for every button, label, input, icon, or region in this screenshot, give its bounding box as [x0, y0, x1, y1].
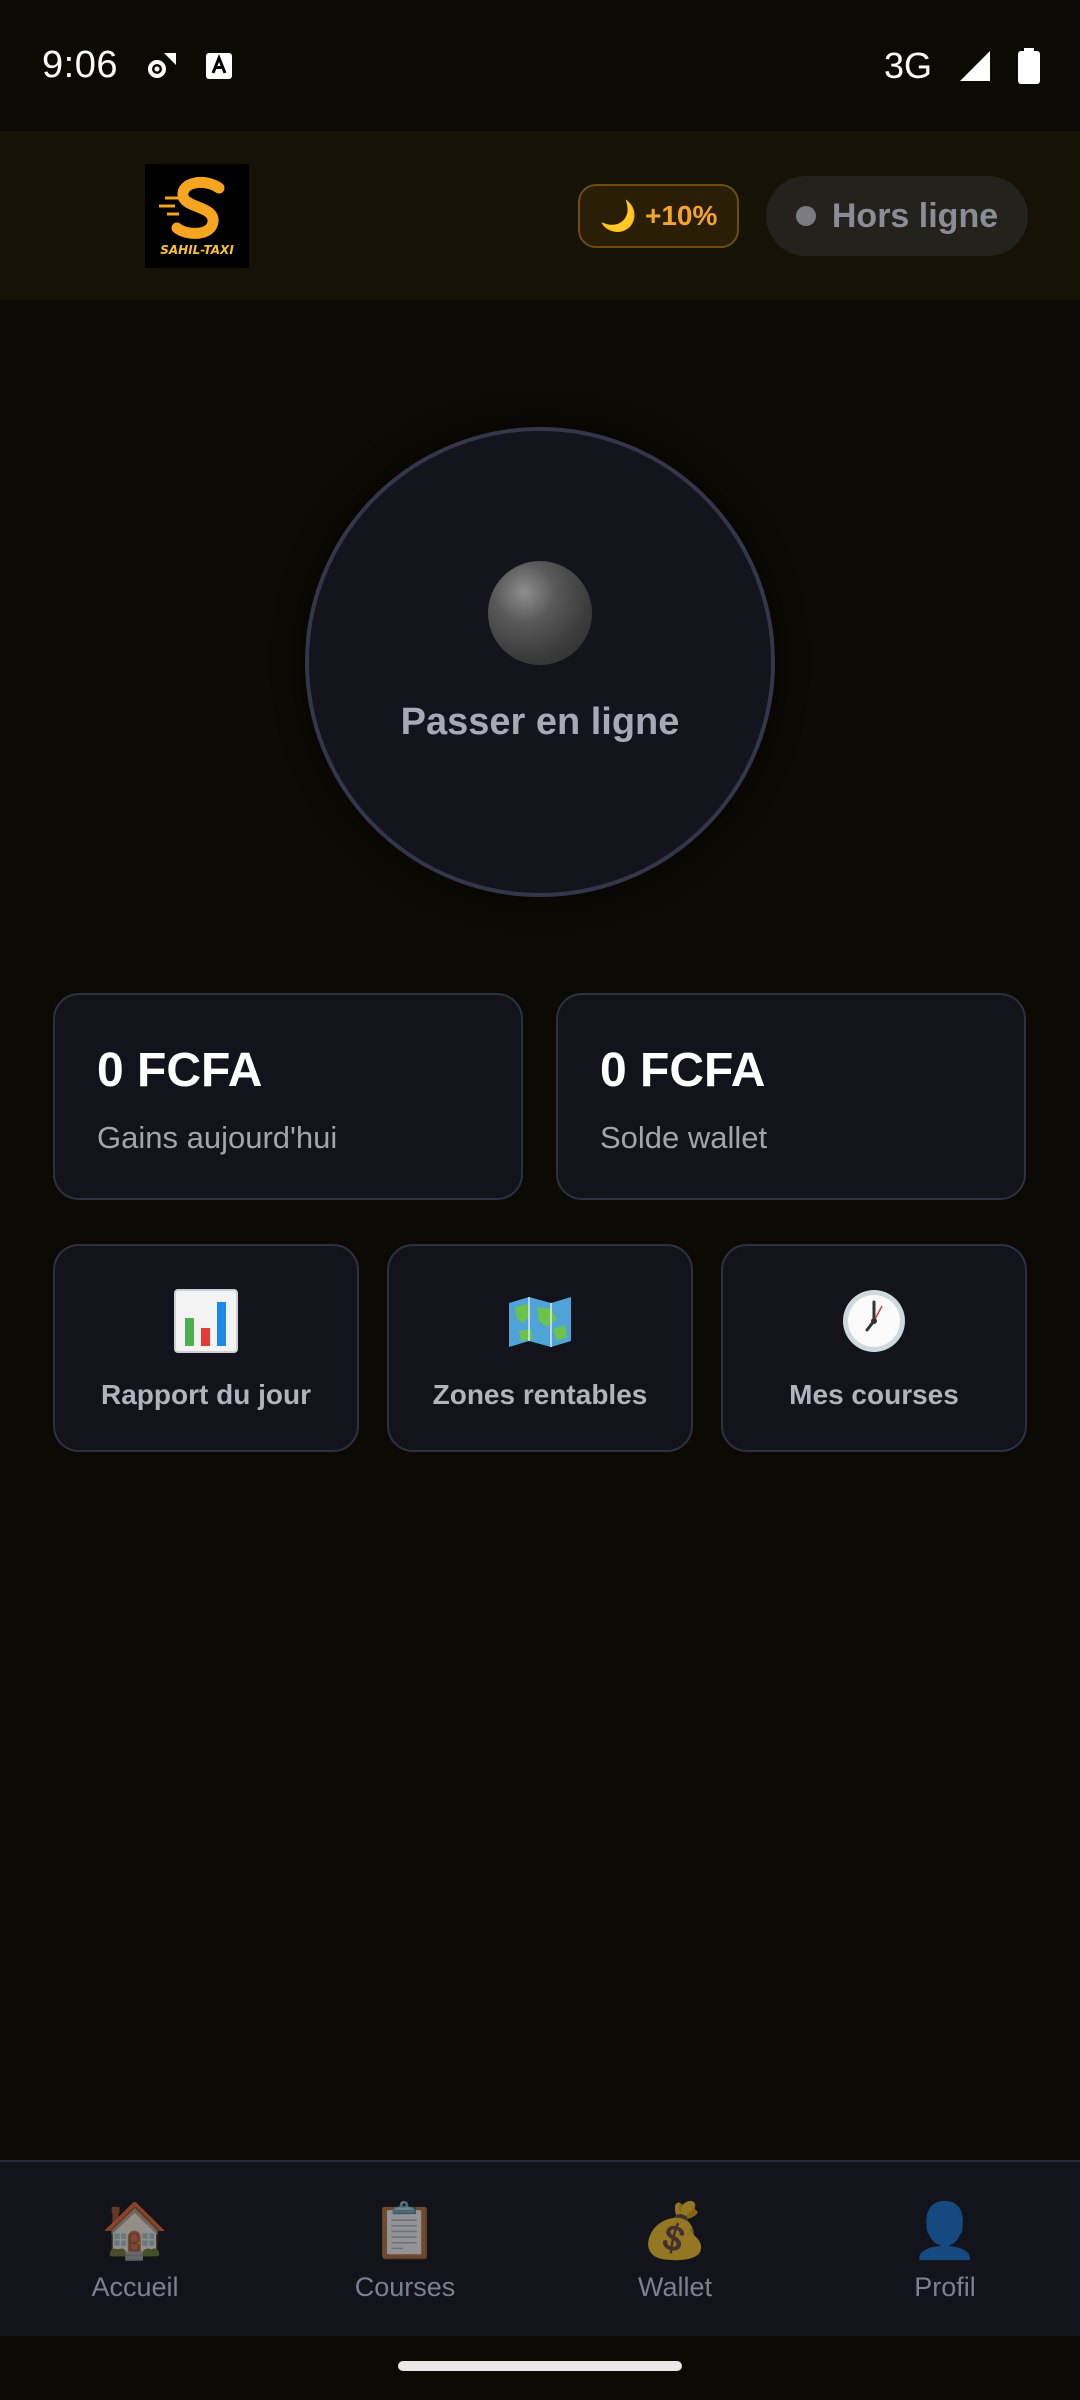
earnings-today-card: 0 FCFA Gains aujourd'hui — [53, 993, 523, 1200]
nav-profile-label: Profil — [914, 2271, 976, 2302]
nav-profile[interactable]: 👤 Profil — [810, 2162, 1080, 2336]
go-online-button[interactable]: Passer en ligne — [305, 427, 775, 897]
wallet-balance-label: Solde wallet — [600, 1120, 768, 1155]
money-bag-icon: 💰 — [641, 2200, 709, 2261]
settings-sync-icon — [144, 49, 178, 83]
offline-orb-icon — [488, 560, 592, 665]
network-type: 3G — [883, 44, 932, 86]
profitable-zones-label: Zones rentables — [432, 1379, 648, 1410]
online-status-pill[interactable]: Hors ligne — [766, 176, 1028, 256]
status-label: Hors ligne — [831, 196, 999, 235]
night-bonus-value: +10% — [644, 200, 718, 231]
profitable-zones-button[interactable]: Zones rentables — [387, 1244, 693, 1452]
nav-rides[interactable]: 📋 Courses — [270, 2162, 540, 2336]
map-icon — [507, 1285, 573, 1357]
user-icon: 👤 — [911, 2200, 979, 2261]
app-screen: 9:06 3G SAHIL-TAXI 🌙 +10% Hors ligne Pas… — [0, 0, 1080, 2400]
status-dot-icon — [795, 206, 816, 226]
earnings-today-value: 0 FCFA — [97, 1044, 263, 1097]
clipboard-icon: 📋 — [371, 2200, 439, 2261]
status-time: 9:06 — [42, 44, 118, 86]
wallet-balance-value: 0 FCFA — [600, 1044, 766, 1097]
go-online-label: Passer en ligne — [400, 700, 680, 743]
bottom-navigation: 🏠 Accueil 📋 Courses 💰 Wallet 👤 Profil — [0, 2160, 1080, 2336]
nav-home-label: Accueil — [91, 2271, 179, 2302]
moon-icon: 🌙 — [599, 199, 637, 233]
home-icon: 🏠 — [101, 2200, 169, 2261]
daily-report-label: Rapport du jour — [101, 1379, 311, 1410]
status-bar: 9:06 3G — [0, 0, 1080, 131]
battery-icon — [1018, 47, 1040, 84]
gesture-handle[interactable] — [398, 2361, 682, 2371]
app-logo: SAHIL-TAXI — [145, 164, 249, 268]
wallet-balance-card: 0 FCFA Solde wallet — [556, 993, 1026, 1200]
app-header: SAHIL-TAXI 🌙 +10% Hors ligne — [0, 131, 1080, 300]
clock-icon — [841, 1285, 907, 1357]
daily-report-button[interactable]: Rapport du jour — [53, 1244, 359, 1452]
nav-home[interactable]: 🏠 Accueil — [0, 2162, 270, 2336]
nav-rides-label: Courses — [354, 2271, 456, 2302]
bar-chart-icon — [173, 1285, 239, 1357]
nav-wallet[interactable]: 💰 Wallet — [540, 2162, 810, 2336]
nav-wallet-label: Wallet — [637, 2271, 712, 2302]
night-bonus-badge: 🌙 +10% — [578, 184, 739, 248]
signal-icon — [958, 49, 992, 83]
keyboard-a-icon — [204, 51, 234, 81]
earnings-today-label: Gains aujourd'hui — [97, 1120, 338, 1155]
svg-text:SAHIL-TAXI: SAHIL-TAXI — [160, 243, 234, 257]
my-rides-button[interactable]: Mes courses — [721, 1244, 1027, 1452]
my-rides-label: Mes courses — [789, 1379, 959, 1410]
